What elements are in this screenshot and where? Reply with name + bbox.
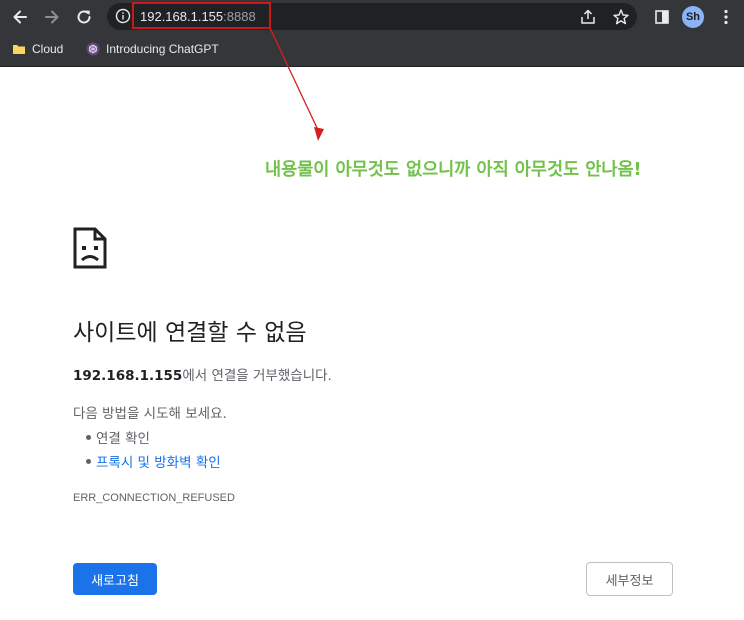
error-code: ERR_CONNECTION_REFUSED: [73, 492, 235, 504]
error-description: 192.168.1.155에서 연결을 거부했습니다.: [73, 364, 332, 384]
error-host: 192.168.1.155: [73, 368, 183, 384]
try-suggestions-label: 다음 방법을 시도해 보세요.: [73, 406, 227, 422]
reload-button[interactable]: 새로고침: [73, 563, 157, 595]
suggestion-check-connection: 연결 확인: [86, 427, 150, 447]
error-description-text: 에서 연결을 거부했습니다.: [182, 368, 332, 384]
annotation-note: 내용물이 아무것도 없으니까 아직 아무것도 안나옴!: [265, 160, 642, 180]
browser-window: 192.168.1.155:8888 Sh Cloud Introducing …: [0, 0, 744, 620]
error-title: 사이트에 연결할 수 없음: [73, 320, 307, 346]
sad-page-icon: [73, 227, 107, 269]
suggestion-check-proxy-firewall-link[interactable]: 프록시 및 방화벽 확인: [86, 451, 221, 471]
annotation-arrow: [269, 27, 324, 141]
details-button[interactable]: 세부정보: [586, 562, 673, 596]
